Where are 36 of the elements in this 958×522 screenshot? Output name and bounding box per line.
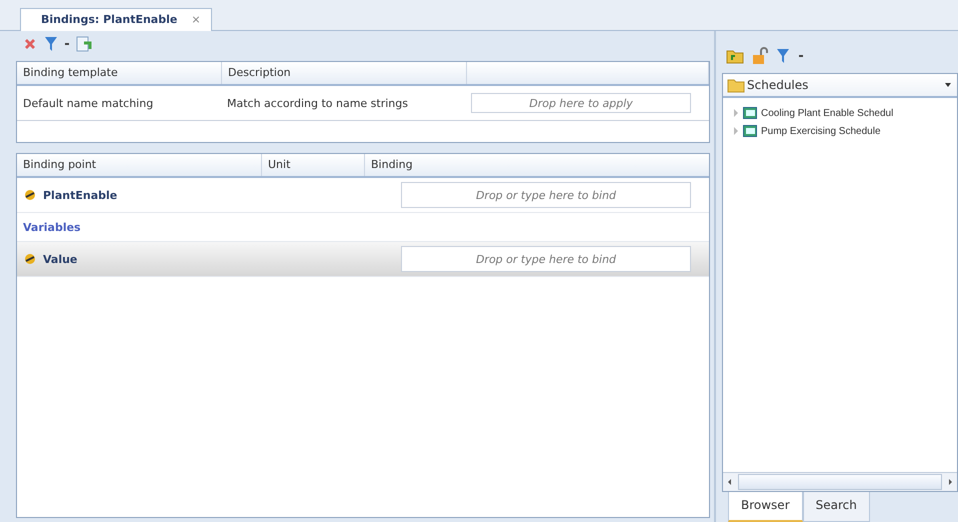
column-header[interactable]: Binding template <box>17 62 222 84</box>
filter-icon[interactable] <box>44 35 58 53</box>
column-header[interactable]: Binding <box>365 154 709 176</box>
table-cell-text: Match according to name strings <box>226 96 409 110</box>
expand-arrow-icon[interactable] <box>733 109 739 117</box>
drop-field[interactable]: Drop here to apply <box>471 93 691 113</box>
column-header[interactable]: Unit <box>262 154 365 176</box>
binding-row[interactable]: Value Drop or type here to bind <box>17 242 709 277</box>
binding-row[interactable]: PlantEnable Drop or type here to bind <box>17 178 709 213</box>
point-name: PlantEnable <box>43 188 118 202</box>
schedule-icon <box>743 125 757 137</box>
table-cell-text: Default name matching <box>22 96 154 110</box>
column-header[interactable]: Binding point <box>17 154 262 176</box>
tree-item[interactable]: Pump Exercising Schedule <box>723 122 957 140</box>
filter-icon[interactable] <box>776 47 790 65</box>
binding-field[interactable]: Drop or type here to bind <box>401 182 691 208</box>
tab-title[interactable]: Bindings: PlantEnable <box>41 13 178 26</box>
refresh-document-icon[interactable] <box>76 35 92 53</box>
panel-tab[interactable]: Browser <box>728 492 803 522</box>
panel-tab[interactable]: Search <box>802 492 870 522</box>
folder-icon <box>727 78 745 92</box>
section-heading: Variables <box>23 220 81 234</box>
folder-up-icon[interactable] <box>726 48 744 64</box>
document-tab[interactable]: Bindings: PlantEnable × <box>20 8 212 31</box>
horizontal-scrollbar[interactable] <box>723 472 957 491</box>
tree-item[interactable]: Cooling Plant Enable Schedul <box>723 104 957 122</box>
point-icon <box>23 253 37 265</box>
expand-arrow-icon[interactable] <box>733 127 739 135</box>
schedule-icon <box>743 107 757 119</box>
point-name: Value <box>43 252 78 266</box>
unlock-icon[interactable] <box>752 47 768 65</box>
binding-field[interactable]: Drop or type here to bind <box>401 246 691 272</box>
caret-icon <box>945 83 951 87</box>
close-icon[interactable]: × <box>191 13 201 26</box>
point-icon <box>23 189 37 201</box>
column-header[interactable]: Description <box>222 62 467 84</box>
